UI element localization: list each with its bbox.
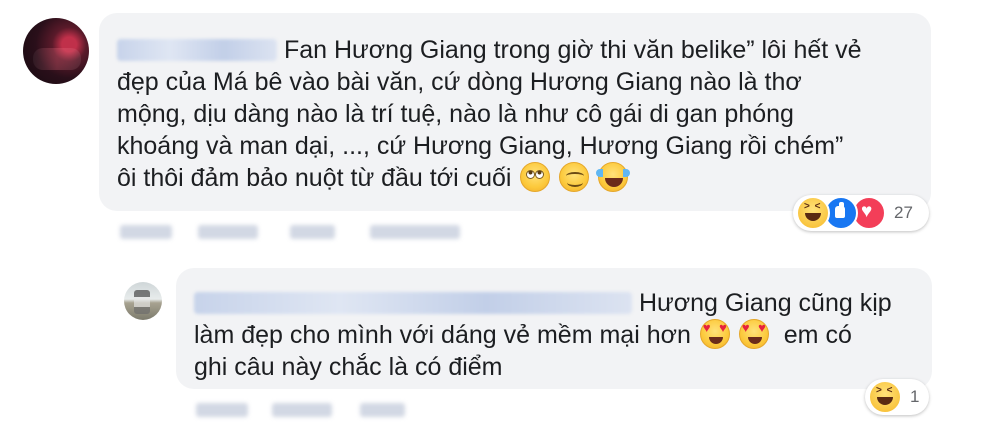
- heart-eyes-emoji: [699, 319, 730, 349]
- haha-icon: [868, 380, 902, 414]
- tears-of-joy-emoji: [596, 162, 631, 192]
- heart-eyes-emoji: [738, 319, 769, 349]
- comment-body: Fan Hương Giang trong giờ thi văn belike…: [117, 34, 862, 194]
- comment-line: khoáng và man dại, ..., cứ Hương Giang, …: [117, 132, 844, 160]
- commenter-avatar[interactable]: [23, 18, 89, 84]
- reply-bubble: Hương Giang cũng kịp làm đẹp cho mình vớ…: [176, 268, 932, 389]
- reaction-count: 27: [894, 203, 913, 222]
- commenter-name-redacted[interactable]: [117, 39, 277, 61]
- comment-bubble: Fan Hương Giang trong giờ thi văn belike…: [99, 13, 931, 211]
- reply-line: làm đẹp cho mình với dáng vẻ mềm mại hơn: [194, 321, 691, 349]
- reply-line: em có: [783, 321, 852, 349]
- comment-line: ôi thôi đảm bảo nuột từ đầu tới cuối: [117, 164, 512, 192]
- reply-line: ghi câu này chắc là có điểm: [194, 353, 503, 381]
- haha-icon: [796, 196, 830, 230]
- comment-line: mộng, dịu dàng nào là trí tuệ, nào là nh…: [117, 100, 794, 128]
- replier-name-redacted[interactable]: [194, 292, 632, 314]
- comment-reactions[interactable]: 27: [793, 195, 929, 231]
- smiling-emoji: [559, 162, 590, 192]
- reply-body: Hương Giang cũng kịp làm đẹp cho mình vớ…: [194, 287, 892, 383]
- replier-avatar[interactable]: [124, 282, 162, 320]
- comment-line: Fan Hương Giang trong giờ thi văn belike…: [283, 36, 862, 64]
- reaction-count: 1: [910, 387, 920, 406]
- reply-line: Hương Giang cũng kịp: [638, 289, 892, 317]
- rolling-eyes-emoji: [520, 162, 551, 192]
- reply-reactions[interactable]: 1: [865, 379, 929, 415]
- comment-line: đẹp của Má bê vào bài văn, cứ dòng Hương…: [117, 68, 802, 96]
